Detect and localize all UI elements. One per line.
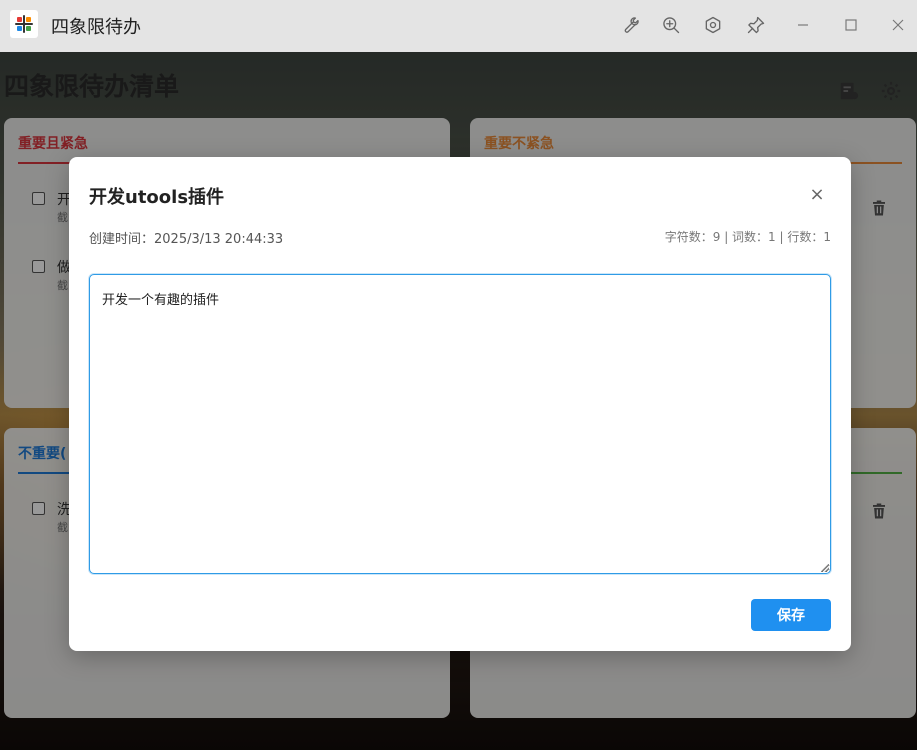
text-stats: 字符数：9 | 词数：1 | 行数：1	[664, 230, 831, 244]
created-time: 创建时间：2025/3/13 20:44:33	[89, 232, 284, 247]
maximize-icon[interactable]	[840, 14, 862, 36]
close-icon[interactable]: ×	[806, 184, 828, 206]
hexagon-settings-icon[interactable]	[702, 14, 724, 36]
app-logo	[10, 10, 38, 38]
save-button[interactable]: 保存	[751, 599, 831, 631]
title-bar: 四象限待办	[0, 0, 917, 52]
task-content-textarea[interactable]: 开发一个有趣的插件	[89, 274, 831, 574]
wrench-icon[interactable]	[618, 14, 640, 36]
close-icon[interactable]	[887, 14, 909, 36]
pin-icon[interactable]	[745, 14, 767, 36]
window-title: 四象限待办	[51, 17, 141, 38]
resize-handle-icon[interactable]	[821, 564, 829, 572]
task-detail-dialog: 开发utools插件 × 创建时间：2025/3/13 20:44:33 字符数…	[69, 157, 851, 651]
minimize-icon[interactable]	[792, 14, 814, 36]
zoom-in-icon[interactable]	[660, 14, 682, 36]
dialog-title: 开发utools插件	[89, 187, 225, 208]
